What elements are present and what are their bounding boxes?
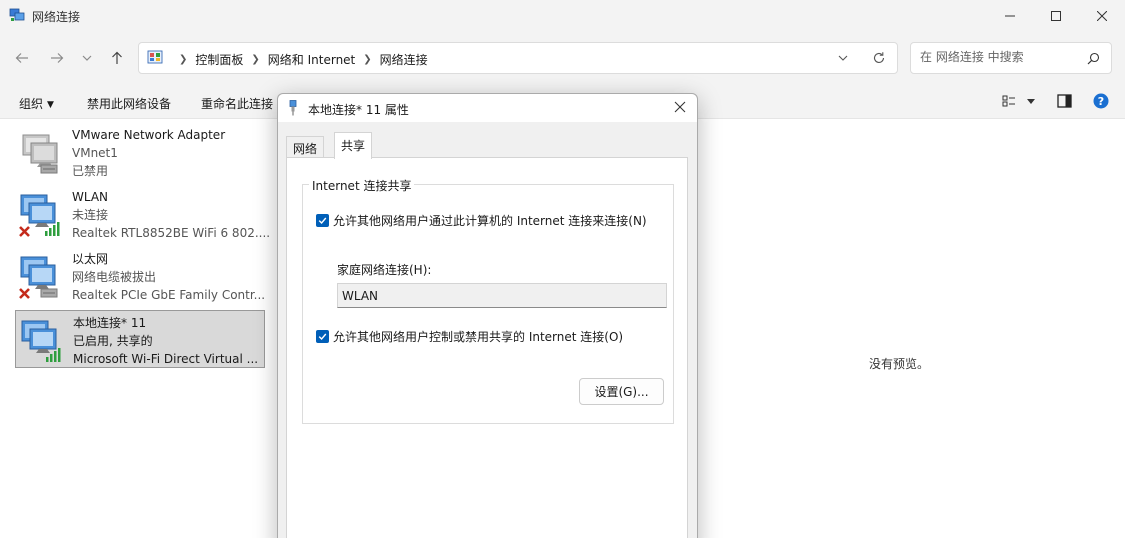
connection-item-wlan[interactable]: WLAN 未连接 Realtek RTL8852BE WiFi 6 802...…	[15, 185, 270, 243]
breadcrumb-network-connections[interactable]: 网络连接	[380, 51, 428, 68]
dialog-title: 本地连接* 11 属性	[308, 103, 409, 117]
address-history-chevron-icon[interactable]	[837, 52, 849, 64]
preview-pane-text: 没有预览。	[869, 357, 930, 371]
connection-device: Realtek PCIe GbE Family Contr...	[72, 288, 266, 302]
network-adapter-disabled-icon	[22, 134, 58, 174]
breadcrumb-separator-icon: ❯	[179, 54, 188, 65]
connection-name: VMware Network Adapter	[72, 128, 226, 142]
svg-text:?: ?	[1098, 95, 1104, 108]
allow-share-label: 允许其他网络用户通过此计算机的 Internet 连接来连接(N)	[333, 214, 647, 228]
connection-name: 本地连接* 11	[73, 316, 147, 330]
view-options-button[interactable]	[1002, 94, 1016, 111]
caret-down-icon: ▼	[47, 100, 54, 110]
ics-group-title: Internet 连接共享	[309, 177, 415, 194]
connection-name: 以太网	[72, 252, 109, 266]
ethernet-adapter-icon	[19, 256, 58, 299]
connection-device: Microsoft Wi-Fi Direct Virtual ...	[73, 352, 259, 366]
connection-item-ethernet[interactable]: 以太网 网络电缆被拔出 Realtek PCIe GbE Family Cont…	[15, 247, 265, 305]
chevron-down-icon	[82, 55, 92, 61]
minimize-icon	[1005, 15, 1015, 16]
maximize-icon	[1051, 10, 1061, 21]
connection-item-local-11[interactable]: 本地连接* 11 已启用, 共享的 Microsoft Wi-Fi Direct…	[15, 310, 265, 368]
preview-pane-button[interactable]	[1057, 94, 1072, 111]
recent-locations-button[interactable]	[77, 48, 97, 68]
allow-share-checkbox[interactable]: 允许其他网络用户通过此计算机的 Internet 连接来连接(N)	[316, 212, 647, 229]
network-connections-app-icon	[9, 8, 25, 21]
checkbox-checked-icon	[316, 330, 329, 343]
connection-status: VMnet1	[72, 146, 118, 160]
breadcrumb-separator-icon: ❯	[251, 54, 260, 65]
connection-status: 未连接	[72, 208, 109, 222]
properties-dialog: 本地连接* 11 属性 网络 共享 Internet 连接共享 允许其他网络用户…	[277, 93, 698, 538]
home-network-label: 家庭网络连接(H):	[337, 263, 432, 277]
rename-connection-button[interactable]: 重命名此连接	[201, 95, 273, 112]
wireless-adapter-icon	[21, 320, 61, 362]
close-icon[interactable]	[673, 100, 687, 114]
up-button[interactable]	[106, 48, 128, 68]
connection-device: Realtek RTL8852BE WiFi 6 802....	[72, 226, 271, 240]
connection-status: 已启用, 共享的	[73, 334, 153, 348]
help-icon: ?	[1093, 93, 1109, 109]
help-button[interactable]: ?	[1093, 93, 1109, 112]
forward-button[interactable]	[46, 48, 68, 68]
view-list-icon	[1002, 95, 1015, 107]
search-icon	[1087, 52, 1100, 65]
search-box[interactable]	[910, 42, 1112, 74]
caret-down-icon	[1027, 99, 1035, 104]
dialog-title-bar[interactable]: 本地连接* 11 属性	[278, 94, 697, 122]
connection-item-vmware[interactable]: VMware Network Adapter VMnet1 已禁用	[15, 123, 265, 181]
arrow-left-icon	[15, 53, 28, 63]
control-panel-icon	[147, 50, 163, 64]
wireless-adapter-icon	[19, 194, 60, 237]
disconnected-x-icon	[19, 226, 30, 237]
title-bar: 网络连接	[0, 0, 1125, 31]
back-button[interactable]	[11, 48, 33, 68]
home-network-select[interactable]: WLAN	[337, 283, 667, 308]
disconnected-x-icon	[19, 288, 30, 299]
connection-status: 网络电缆被拔出	[72, 270, 157, 284]
preview-pane-icon	[1057, 94, 1072, 108]
minimize-button[interactable]	[987, 0, 1033, 31]
network-cable-icon	[289, 100, 297, 116]
allow-control-checkbox[interactable]: 允许其他网络用户控制或禁用共享的 Internet 连接(O)	[316, 328, 623, 345]
connection-name: WLAN	[72, 190, 109, 204]
settings-button[interactable]: 设置(G)...	[579, 378, 664, 405]
arrow-up-icon	[112, 51, 122, 64]
close-icon	[1097, 10, 1107, 21]
breadcrumb-network-internet[interactable]: 网络和 Internet	[268, 51, 355, 68]
refresh-icon[interactable]	[872, 51, 886, 65]
ics-groupbox: Internet 连接共享 允许其他网络用户通过此计算机的 Internet 连…	[302, 177, 674, 424]
breadcrumb: ❯ 控制面板 ❯ 网络和 Internet ❯ 网络连接	[171, 51, 428, 68]
allow-control-label: 允许其他网络用户控制或禁用共享的 Internet 连接(O)	[333, 330, 624, 344]
connection-device: 已禁用	[72, 164, 109, 178]
window-title: 网络连接	[32, 10, 81, 24]
address-bar[interactable]: ❯ 控制面板 ❯ 网络和 Internet ❯ 网络连接	[138, 42, 898, 74]
checkbox-checked-icon	[316, 214, 329, 227]
disable-device-button[interactable]: 禁用此网络设备	[87, 95, 171, 112]
breadcrumb-separator-icon: ❯	[363, 54, 372, 65]
sharing-panel: Internet 连接共享 允许其他网络用户通过此计算机的 Internet 连…	[286, 157, 688, 538]
close-window-button[interactable]	[1079, 0, 1125, 31]
navigation-bar: ❯ 控制面板 ❯ 网络和 Internet ❯ 网络连接	[0, 31, 1125, 85]
view-options-dropdown[interactable]	[1026, 95, 1036, 109]
organize-menu[interactable]: 组织 ▼	[19, 95, 54, 112]
arrow-right-icon	[51, 53, 64, 63]
breadcrumb-control-panel[interactable]: 控制面板	[195, 51, 243, 68]
search-input[interactable]	[920, 50, 1080, 64]
maximize-button[interactable]	[1033, 0, 1079, 31]
tab-sharing[interactable]: 共享	[334, 132, 373, 159]
organize-label: 组织	[19, 97, 44, 111]
tab-network[interactable]: 网络	[286, 136, 325, 158]
